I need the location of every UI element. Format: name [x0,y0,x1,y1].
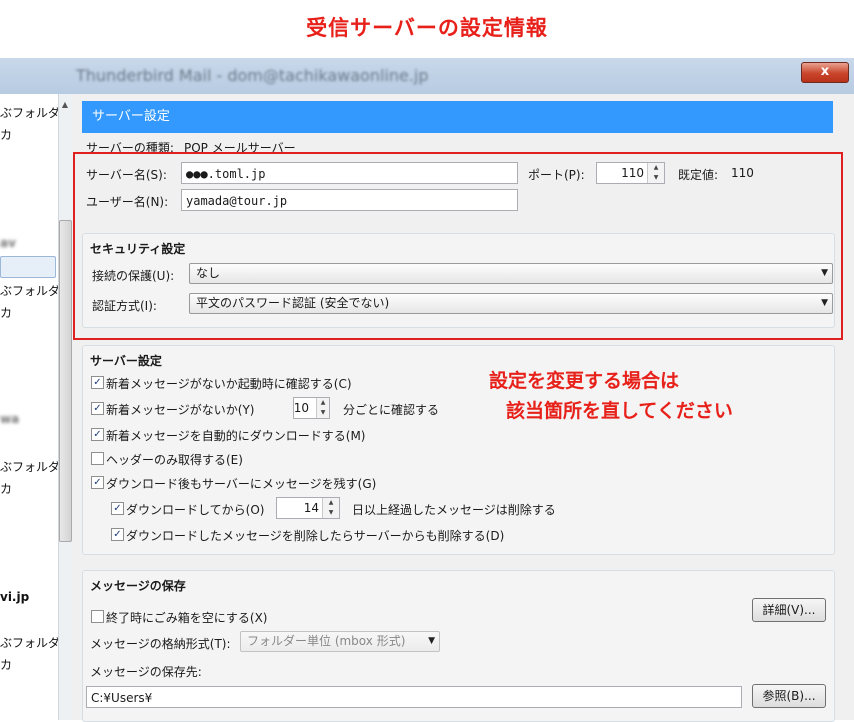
delete-days-value: 14 [303,501,319,515]
store-type-label: メッセージの格納形式(T): [90,637,231,651]
headers-only-checkbox[interactable] [91,452,104,465]
auto-download-label[interactable]: 新着メッセージを自動的にダウンロードする(M) [106,427,365,444]
check-interval-value: 10 [293,401,309,415]
chevron-down-icon: ▼ [428,636,435,646]
store-location-field[interactable]: C:¥Users¥ [86,686,742,708]
highlight-frame [73,152,843,340]
delete-from-server-checkbox[interactable]: ✓ [111,528,124,541]
store-location-value: C:¥Users¥ [91,691,153,705]
headers-only-label[interactable]: ヘッダーのみ取得する(E) [106,451,243,468]
message-storage-title: メッセージの保存 [90,579,186,593]
check-interval-stepper[interactable]: 10 ▲ ▼ [293,397,330,419]
scroll-up-icon[interactable]: ▲ [58,100,72,109]
delete-days-suffix: 日以上経過したメッセージは削除する [352,503,556,517]
stepper-arrows-icon[interactable]: ▲ ▼ [316,398,329,418]
sidebar-account[interactable]: vi.jp [0,590,29,604]
check-startup-checkbox[interactable]: ✓ [91,376,104,389]
empty-trash-label[interactable]: 終了時にごみ箱を空にする(X) [106,609,267,626]
delete-from-server-label[interactable]: ダウンロードしたメッセージを削除したらサーバーからも削除する(D) [126,527,504,544]
server-options-title: サーバー設定 [90,354,162,368]
leave-on-server-label[interactable]: ダウンロード後もサーバーにメッセージを残す(G) [106,475,376,492]
window-title: Thunderbird Mail - dom@tachikawaonline.j… [76,66,429,85]
check-every-label[interactable]: 新着メッセージがないか(Y) [106,401,254,418]
sidebar-item-output[interactable]: カ [0,656,12,673]
delete-after-label[interactable]: ダウンロードしてから(O) [126,501,264,518]
page-title: サーバー設定 [82,101,833,133]
check-every-checkbox[interactable]: ✓ [91,402,104,415]
store-type-value: フォルダー単位 (mbox 形式) [247,634,406,648]
annotation-title: 受信サーバーの設定情報 [306,16,548,40]
sidebar-account-blurred[interactable]: av [0,236,16,250]
annotation-note-line2: 該当箇所を直してください [506,400,733,422]
sidebar-selected-item[interactable] [0,256,56,278]
stepper-arrows-icon[interactable]: ▲ ▼ [322,498,339,518]
close-button[interactable]: x [801,62,849,83]
sidebar-item-output[interactable]: カ [0,304,12,321]
delete-days-stepper[interactable]: 14 ▲ ▼ [276,497,340,519]
sidebar-item-output[interactable]: カ [0,126,12,143]
empty-trash-checkbox[interactable] [91,610,104,623]
check-startup-label[interactable]: 新着メッセージがないか起動時に確認する(C) [106,375,352,392]
store-location-label: メッセージの保存先: [90,665,202,679]
sidebar-account-blurred[interactable]: wa [0,412,19,426]
browse-button[interactable]: 参照(B)... [752,684,826,708]
store-type-select[interactable]: フォルダー単位 (mbox 形式) ▼ [240,631,440,652]
leave-on-server-checkbox[interactable]: ✓ [91,476,104,489]
delete-after-checkbox[interactable]: ✓ [111,502,124,515]
check-interval-suffix: 分ごとに確認する [343,403,440,417]
sidebar-item-output[interactable]: カ [0,480,12,497]
sidebar-scroll-thumb[interactable] [59,220,72,542]
annotation-note-line1: 設定を変更する場合は [489,370,680,392]
details-button[interactable]: 詳細(V)... [752,598,826,622]
auto-download-checkbox[interactable]: ✓ [91,428,104,441]
